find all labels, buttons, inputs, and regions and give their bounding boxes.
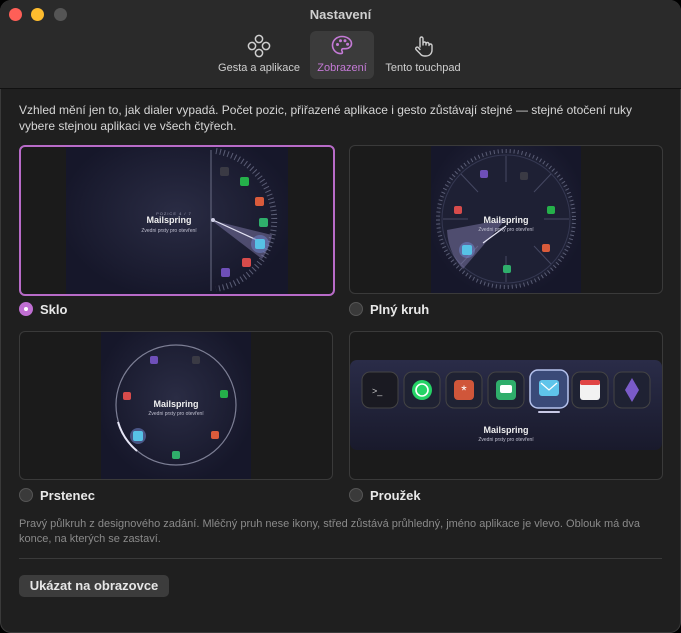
ring-app-name: Mailspring [153,399,199,409]
window-title: Nastavení [309,7,372,22]
tab-this-touchpad[interactable]: Tento touchpad [378,31,468,79]
style-card-glass[interactable]: POZICE 4 / 7 Mailspring Zvedni prsty pro… [19,145,335,296]
ring-hint: Zvedni prsty pro otevření [148,411,204,417]
palette-icon [331,35,353,55]
tab-appearance[interactable]: Zobrazení [310,31,374,79]
appearance-description: Vzhled mění jen to, jak dialer vypadá. P… [19,103,632,133]
tab-appearance-label: Zobrazení [317,62,367,74]
full-circle-hint: Zvedni prsty pro otevření [478,227,534,233]
style-card-strip[interactable]: >_ * Mailspring Zvedni prsty pro otevřen… [349,331,663,480]
style-card-full-circle[interactable]: Mailspring Zvedni prsty pro otevření [349,145,663,294]
hand-pointer-icon [415,36,433,57]
glass-preview: POZICE 4 / 7 Mailspring Zvedni prsty pro… [66,147,288,294]
tab-gestures-apps-label: Gesta a aplikace [218,62,300,74]
tab-gestures-apps[interactable]: Gesta a aplikace [213,31,305,79]
full-circle-preview: Mailspring Zvedni prsty pro otevření [431,146,581,293]
style-label-ring: Prstenec [40,488,95,503]
gesture-dots-icon [247,34,271,58]
radio-glass[interactable] [19,302,33,316]
titlebar: Nastavení Gesta a aplikace Zobrazení Ten… [0,0,681,89]
style-label-glass: Sklo [40,302,68,317]
style-label-full-circle: Plný kruh [370,302,430,317]
tab-this-touchpad-label: Tento touchpad [385,62,461,74]
glass-hint: Zvedni prsty pro otevření [141,228,197,234]
strip-preview: >_ * Mailspring Zvedni prsty pro otevřen… [350,360,662,450]
full-circle-app-name: Mailspring [483,215,529,225]
svg-text:*: * [461,382,467,398]
radio-ring[interactable] [19,488,33,502]
radio-full-circle[interactable] [349,302,363,316]
ring-preview: Mailspring Zvedni prsty pro otevření [101,332,251,479]
svg-text:>_: >_ [372,386,383,396]
settings-window: Nastavení Gesta a aplikace Zobrazení Ten… [0,0,681,633]
strip-app-name: Mailspring [483,425,529,435]
show-on-screen-button[interactable]: Ukázat na obrazovce [19,575,169,597]
glass-app-name: Mailspring [146,215,192,225]
radio-strip[interactable] [349,488,363,502]
style-card-ring[interactable]: Mailspring Zvedni prsty pro otevření [19,331,333,480]
divider [19,558,662,559]
style-label-strip: Proužek [370,488,421,503]
style-note: Pravý půlkruh z designového zadání. Mléč… [19,518,641,545]
strip-hint: Zvedni prsty pro otevření [478,437,534,443]
